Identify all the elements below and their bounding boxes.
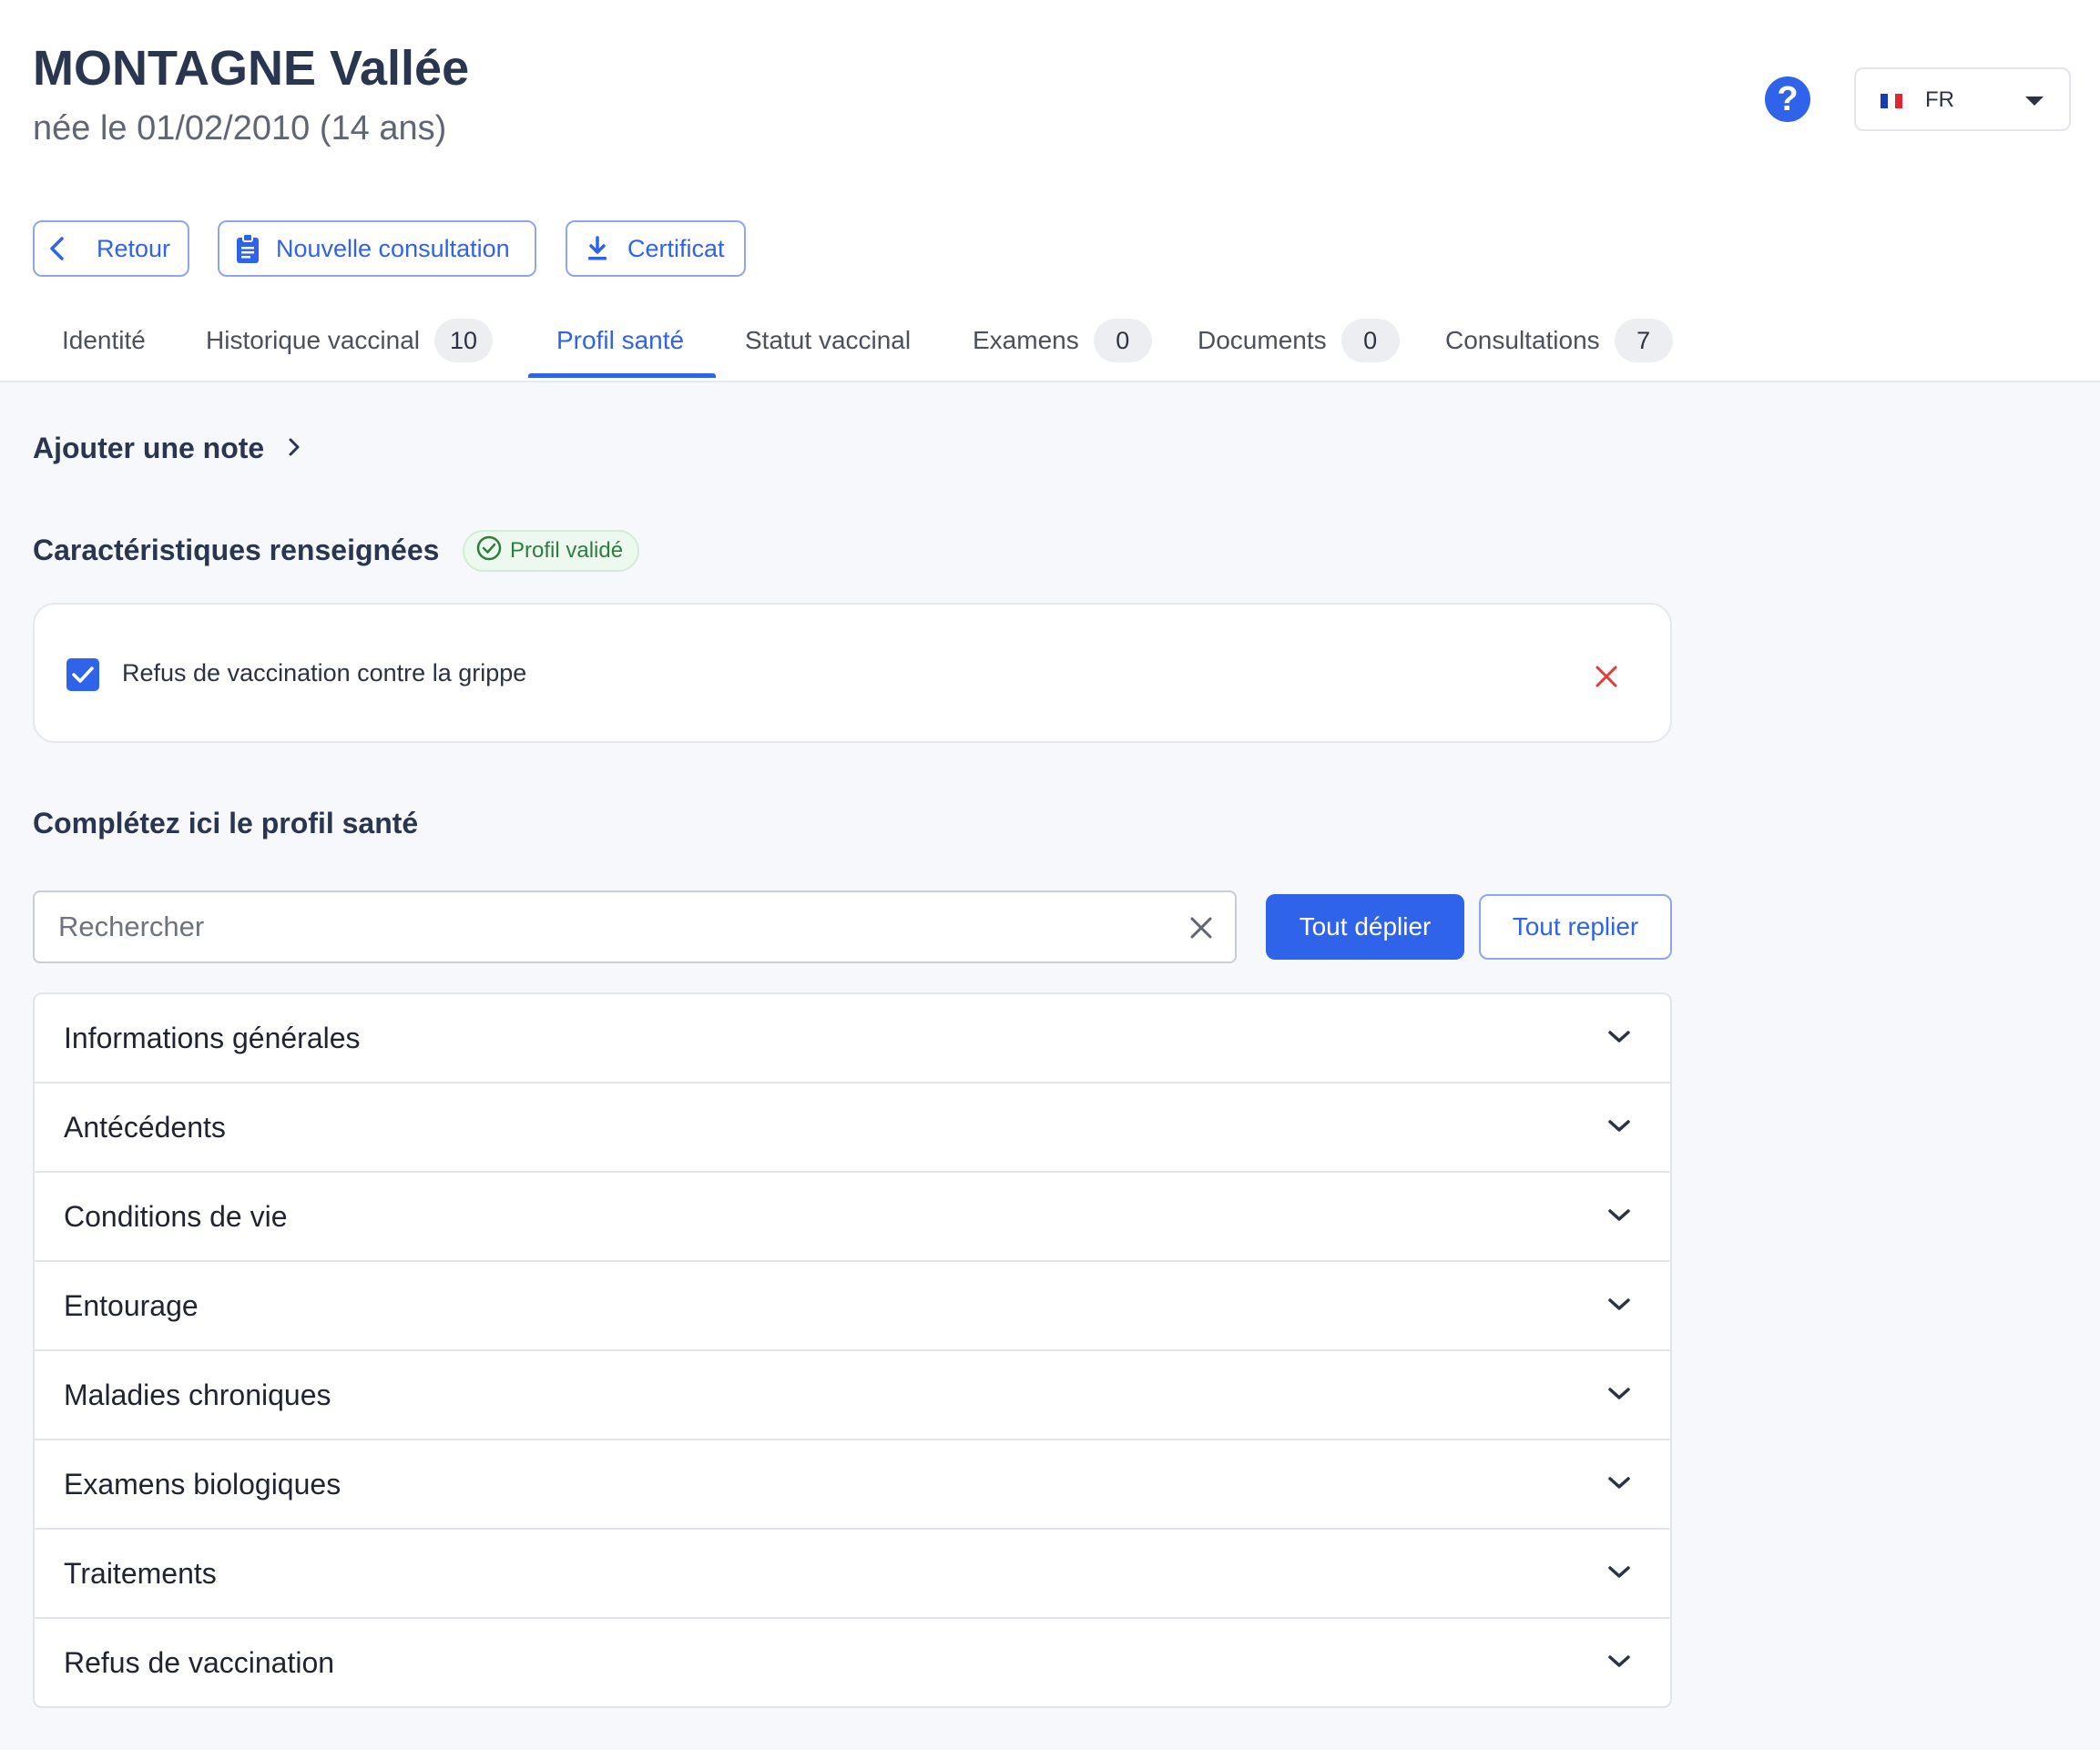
tab-profil-sante[interactable]: Profil santé (556, 319, 684, 362)
accordion-item-entourage[interactable]: Entourage (35, 1262, 1670, 1351)
accordion-label: Maladies chroniques (64, 1379, 331, 1411)
tab-historique-vaccinal[interactable]: Historique vaccinal 10 (206, 319, 493, 362)
count-badge: 0 (1093, 319, 1152, 362)
add-note-link[interactable]: Ajouter une note (33, 432, 301, 465)
accordion-item-antecedents[interactable]: Antécédents (35, 1084, 1670, 1173)
health-profile-title: Complétez ici le profil santé (33, 807, 419, 839)
clear-icon[interactable] (1189, 916, 1213, 944)
chevron-left-icon (47, 235, 67, 262)
accordion-item-conditions-de-vie[interactable]: Conditions de vie (35, 1173, 1670, 1262)
tab-label: Consultations (1445, 326, 1600, 354)
accordion-item-examens-biologiques[interactable]: Examens biologiques (35, 1440, 1670, 1530)
tab-label: Identité (62, 326, 146, 354)
chevron-down-icon (1606, 1029, 1632, 1050)
chevron-down-icon (1606, 1386, 1632, 1407)
tab-consultations[interactable]: Consultations 7 (1445, 319, 1673, 362)
tab-identite[interactable]: Identité (62, 319, 146, 362)
caret-down-icon (2025, 97, 2044, 106)
characteristic-label: Refus de vaccination contre la grippe (122, 659, 527, 687)
accordion-label: Entourage (64, 1289, 199, 1322)
accordion-label: Conditions de vie (64, 1200, 288, 1233)
chevron-down-icon (1606, 1207, 1632, 1228)
active-tab-indicator (528, 373, 716, 378)
accordion-label: Examens biologiques (64, 1468, 342, 1501)
chevron-down-icon (1606, 1297, 1632, 1318)
count-badge: 10 (434, 319, 493, 362)
certificate-label: Certificat (627, 234, 725, 262)
count-badge: 0 (1341, 319, 1400, 362)
chevron-down-icon (1606, 1118, 1632, 1139)
health-profile-accordion: Informations générales Antécédents Condi… (33, 992, 1672, 1708)
patient-header: MONTAGNE Vallée née le 01/02/2010 (14 an… (0, 0, 2100, 382)
download-icon (586, 235, 609, 262)
tab-statut-vaccinal[interactable]: Statut vaccinal (745, 319, 911, 362)
tab-examens[interactable]: Examens 0 (973, 319, 1152, 362)
search-input[interactable] (58, 905, 1151, 949)
new-consultation-label: Nouvelle consultation (276, 234, 510, 262)
status-badge-label: Profil validé (510, 538, 624, 563)
characteristic-card: Refus de vaccination contre la grippe (33, 603, 1672, 743)
remove-icon[interactable] (1595, 665, 1618, 693)
accordion-label: Antécédents (64, 1111, 226, 1144)
expand-all-button[interactable]: Tout déplier (1266, 894, 1464, 960)
count-badge: 7 (1614, 319, 1673, 362)
clipboard-icon (235, 233, 260, 264)
collapse-all-button[interactable]: Tout replier (1479, 894, 1672, 960)
accordion-label: Refus de vaccination (64, 1646, 335, 1679)
accordion-label: Traitements (64, 1557, 217, 1590)
tab-label: Documents (1198, 326, 1327, 354)
patient-name: MONTAGNE Vallée (33, 41, 470, 96)
back-label: Retour (97, 234, 171, 262)
accordion-label: Informations générales (64, 1022, 361, 1054)
certificate-button[interactable]: Certificat (566, 220, 746, 277)
tab-documents[interactable]: Documents 0 (1198, 319, 1400, 362)
patient-birthdate: née le 01/02/2010 (14 ans) (33, 109, 447, 148)
chevron-down-icon (1606, 1564, 1632, 1585)
check-circle-icon (475, 534, 510, 568)
back-button[interactable]: Retour (33, 220, 189, 277)
chevron-right-icon (264, 432, 301, 465)
chevron-down-icon (1606, 1653, 1632, 1674)
tab-label: Historique vaccinal (206, 326, 420, 354)
accordion-item-maladies-chroniques[interactable]: Maladies chroniques (35, 1351, 1670, 1440)
help-icon[interactable]: ? (1765, 76, 1810, 122)
chevron-down-icon (1606, 1475, 1632, 1496)
tab-label: Examens (973, 326, 1079, 354)
search-field (33, 890, 1237, 963)
accordion-item-informations-generales[interactable]: Informations générales (35, 994, 1670, 1084)
add-note-label: Ajouter une note (33, 432, 265, 464)
tab-label: Profil santé (556, 326, 685, 354)
accordion-item-refus-de-vaccination[interactable]: Refus de vaccination (35, 1619, 1670, 1706)
characteristic-checkbox[interactable] (66, 658, 99, 691)
french-flag-icon (1881, 94, 1902, 108)
accordion-item-traitements[interactable]: Traitements (35, 1530, 1670, 1619)
new-consultation-button[interactable]: Nouvelle consultation (218, 220, 536, 277)
language-label: FR (1925, 87, 1954, 112)
status-badge: Profil validé (463, 530, 640, 572)
language-select[interactable]: FR (1854, 67, 2071, 131)
characteristics-title: Caractéristiques renseignées (33, 534, 440, 566)
tab-label: Statut vaccinal (745, 326, 912, 354)
